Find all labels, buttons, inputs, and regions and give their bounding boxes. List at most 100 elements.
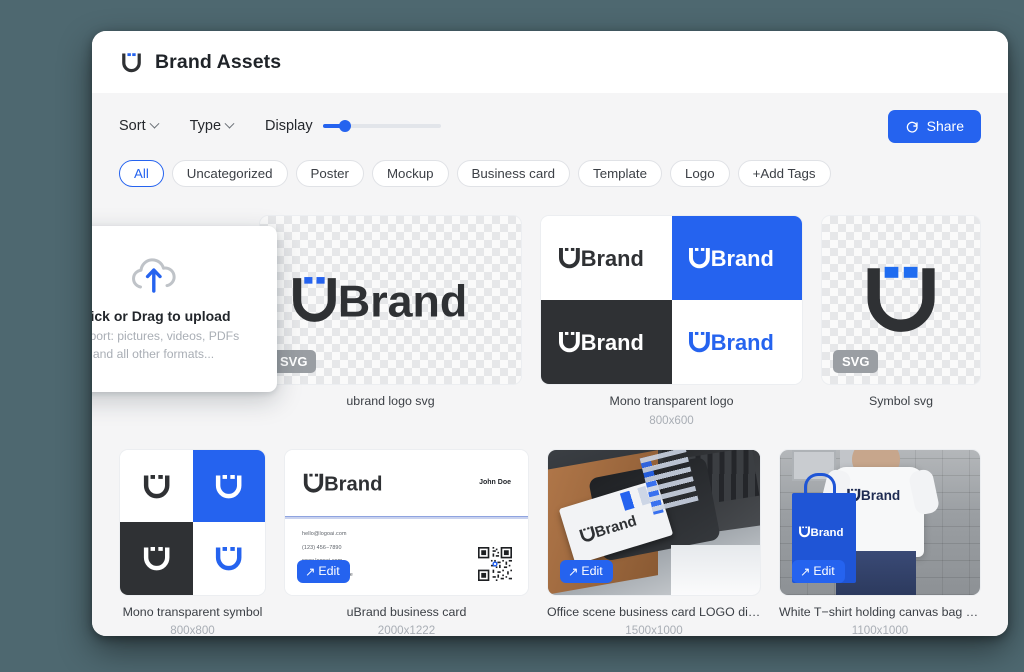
- tag-logo[interactable]: Logo: [670, 160, 730, 187]
- chevron-down-icon: [149, 118, 160, 129]
- page-title: Brand Assets: [155, 50, 282, 73]
- asset-name: Office scene business card LOGO display …: [547, 604, 761, 619]
- asset-dimensions: 800x600: [649, 413, 694, 427]
- asset-thumbnail[interactable]: Brand SVG: [259, 215, 522, 385]
- business-card-email: hello@logoai.com: [302, 531, 347, 538]
- app-window: Brand Assets Sort Type Display Share All…: [92, 31, 1008, 636]
- quad-cell-white: Brand: [541, 216, 672, 300]
- svg-text:Brand: Brand: [324, 473, 382, 495]
- asset-name: uBrand business card: [346, 604, 467, 619]
- asset-card-symbol-svg[interactable]: SVG Symbol svg: [821, 215, 981, 410]
- svg-text:Brand: Brand: [810, 527, 843, 539]
- svg-text:Brand: Brand: [711, 330, 774, 355]
- slider-thumb[interactable]: [338, 120, 351, 132]
- quad-preview: [120, 449, 265, 595]
- tag-all[interactable]: All: [119, 160, 164, 187]
- edit-button[interactable]: ↗ Edit: [560, 559, 613, 583]
- arrow-up-right-icon: ↗: [800, 564, 811, 579]
- asset-card-tshirt-canvas-bag[interactable]: Brand Brand ↗ Edit White T−shirt holding…: [779, 448, 981, 636]
- ubrand-symbol-icon: [867, 267, 935, 333]
- upload-subtitle: Support: pictures, videos, PDFs and all …: [92, 328, 239, 363]
- edit-button-label: Edit: [318, 564, 340, 578]
- qr-code-icon: [478, 546, 512, 581]
- toolbar: Sort Type Display Share All Uncategorize…: [92, 93, 1008, 209]
- tag-template[interactable]: Template: [578, 160, 663, 187]
- asset-dimensions: 1100x1000: [851, 624, 909, 636]
- share-circle-arrow-icon: [906, 121, 918, 133]
- toolbar-controls-row: Sort Type Display Share: [119, 109, 981, 143]
- type-label: Type: [189, 118, 222, 134]
- tag-mockup[interactable]: Mockup: [371, 160, 449, 187]
- svg-text:Brand: Brand: [711, 246, 774, 271]
- asset-thumbnail[interactable]: Brand Brand ↗ Edit: [779, 448, 981, 596]
- sort-label: Sort: [119, 118, 146, 134]
- ubrand-wordmark-icon: Brand: [558, 330, 643, 355]
- edit-button[interactable]: ↗ Edit: [792, 559, 845, 583]
- tag-uncategorized[interactable]: Uncategorized: [171, 160, 288, 187]
- asset-row-2: Mono transparent symbol 800x800 Brand Jo…: [119, 448, 981, 636]
- ubrand-wordmark-icon: Brand: [579, 514, 639, 542]
- edit-button[interactable]: ↗ Edit: [297, 559, 350, 583]
- upload-title: Click or Drag to upload: [92, 307, 231, 324]
- asset-thumbnail[interactable]: Brand ↗ Edit: [547, 448, 761, 596]
- format-badge: SVG: [833, 350, 879, 373]
- ubrand-symbol-icon: [143, 474, 170, 498]
- upload-subtitle-line2: and all other formats...: [92, 346, 215, 361]
- asset-card-mono-transparent-logo[interactable]: Brand Brand Brand Brand Mono transparent…: [540, 215, 803, 427]
- asset-name: Symbol svg: [868, 394, 934, 408]
- share-button-label: Share: [926, 118, 964, 134]
- asset-dimensions: 800x800: [170, 624, 215, 636]
- asset-grid: Brand SVG ubrand logo svg Brand Brand Br…: [92, 209, 1008, 636]
- svg-text:Brand: Brand: [338, 276, 467, 326]
- quad-cell-white: [120, 449, 193, 522]
- ubrand-wordmark-icon: Brand: [292, 276, 467, 326]
- asset-card-mono-transparent-symbol[interactable]: Mono transparent symbol 800x800: [119, 448, 266, 636]
- svg-text:Brand: Brand: [594, 514, 639, 542]
- asset-thumbnail[interactable]: [119, 448, 266, 596]
- quad-cell-white-blue-mark: Brand: [671, 300, 802, 384]
- asset-card-office-scene[interactable]: Brand ↗ Edit Office scene business card …: [547, 448, 761, 636]
- svg-text:Brand: Brand: [580, 330, 643, 355]
- quad-cell-white-blue-mark: [192, 522, 265, 595]
- arrow-up-right-icon: ↗: [568, 564, 579, 579]
- asset-card-ubrand-logo-svg[interactable]: Brand SVG ubrand logo svg: [259, 215, 522, 410]
- asset-card-ubrand-business-card[interactable]: Brand John Doe hello@logoai.com (123) 45…: [284, 448, 529, 636]
- tag-business-card[interactable]: Business card: [456, 160, 571, 187]
- asset-thumbnail[interactable]: SVG: [821, 215, 981, 385]
- asset-name: ubrand logo svg: [346, 394, 435, 408]
- ubrand-wordmark-icon: Brand: [689, 246, 774, 271]
- quad-preview: Brand Brand Brand Brand: [541, 216, 802, 384]
- asset-name: Mono transparent symbol: [122, 604, 263, 619]
- edit-button-label: Edit: [813, 564, 835, 578]
- asset-dimensions: 1500x1000: [625, 624, 683, 636]
- svg-text:Brand: Brand: [861, 488, 900, 503]
- asset-name: White T−shirt holding canvas bag displ..…: [779, 604, 981, 619]
- asset-thumbnail[interactable]: Brand Brand Brand Brand: [540, 215, 803, 385]
- quad-cell-blue: Brand: [671, 216, 802, 300]
- asset-name: Mono transparent logo: [609, 394, 734, 408]
- ubrand-wordmark-icon: Brand: [558, 246, 643, 271]
- quad-cell-blue: [192, 449, 265, 522]
- type-dropdown[interactable]: Type: [189, 118, 235, 134]
- upload-subtitle-line1: Support: pictures, videos, PDFs: [92, 328, 240, 343]
- share-button[interactable]: Share: [887, 109, 981, 143]
- tag-add-tags[interactable]: +Add Tags: [737, 160, 831, 187]
- tag-filter-row: All Uncategorized Poster Mockup Business…: [119, 160, 981, 187]
- chevron-down-icon: [224, 118, 235, 129]
- ubrand-wordmark-icon: Brand: [303, 473, 382, 495]
- display-label: Display: [265, 118, 313, 134]
- display-size-slider[interactable]: [322, 119, 441, 133]
- business-card-person-name: John Doe: [479, 479, 511, 487]
- tag-poster[interactable]: Poster: [295, 160, 364, 187]
- ubrand-symbol-icon: [215, 474, 242, 498]
- arrow-up-right-icon: ↗: [305, 564, 316, 579]
- asset-dimensions: 2000x1222: [377, 624, 436, 636]
- edit-button-label: Edit: [581, 564, 603, 578]
- upload-dropzone[interactable]: Click or Drag to upload Support: picture…: [92, 226, 277, 392]
- app-header: Brand Assets: [92, 31, 1008, 93]
- asset-thumbnail[interactable]: Brand John Doe hello@logoai.com (123) 45…: [284, 448, 529, 596]
- sort-dropdown[interactable]: Sort: [119, 118, 160, 134]
- ubrand-symbol-icon: [143, 547, 170, 571]
- ubrand-wordmark-icon: Brand: [799, 526, 844, 539]
- business-card-header: Brand John Doe: [285, 450, 528, 517]
